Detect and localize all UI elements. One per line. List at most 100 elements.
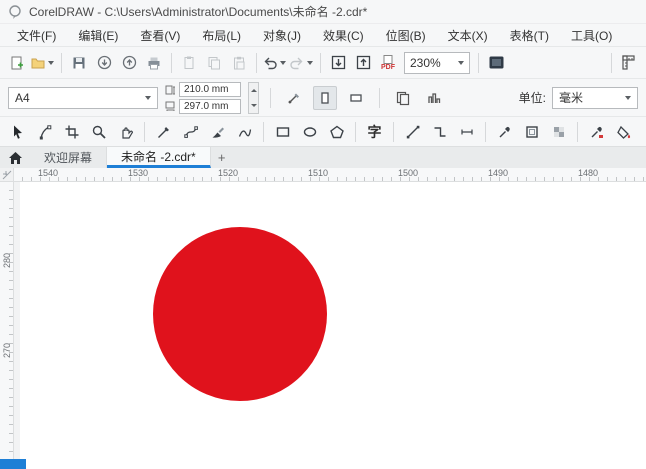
import-button[interactable] xyxy=(326,51,350,75)
page-dimensions-group: 210.0 mm 297.0 mm xyxy=(165,81,241,114)
red-circle-object[interactable] xyxy=(153,227,327,401)
page-size-combo[interactable]: A4 xyxy=(8,86,158,109)
rectangle-tool-icon[interactable] xyxy=(270,120,295,144)
new-tab-button[interactable]: + xyxy=(211,147,233,168)
cloud-save-button[interactable] xyxy=(92,51,116,75)
menu-object[interactable]: 对象(J) xyxy=(252,25,312,46)
interactive-fill-tool-icon[interactable] xyxy=(611,120,636,144)
portrait-orientation-button[interactable] xyxy=(313,85,337,110)
show-rulers-button[interactable] xyxy=(617,51,641,75)
redo-dropdown-icon[interactable] xyxy=(307,60,313,65)
zoom-tool-icon[interactable] xyxy=(86,120,111,144)
toolbox-separator xyxy=(577,121,578,142)
dimension-stepper[interactable] xyxy=(248,81,259,114)
toolbox-separator xyxy=(393,121,394,142)
ruler-h-label: 1540 xyxy=(37,168,59,178)
ruler-origin-corner[interactable] xyxy=(0,168,14,182)
text-tool-glyph: 字 xyxy=(367,123,382,140)
freehand-tool-icon[interactable] xyxy=(151,120,176,144)
publish-pdf-button[interactable]: PDF xyxy=(376,51,400,75)
menu-file[interactable]: 文件(F) xyxy=(6,25,67,46)
undo-button[interactable] xyxy=(262,51,288,75)
polygon-tool-icon[interactable] xyxy=(324,120,349,144)
color-eyedropper-tool-icon[interactable] xyxy=(584,120,609,144)
toolbox-separator xyxy=(355,121,356,142)
page-size-value: A4 xyxy=(15,90,30,105)
cut-button[interactable] xyxy=(177,51,201,75)
toolbox-separator xyxy=(485,121,486,142)
horizontal-ruler[interactable]: 1540 1530 1520 1510 1500 1490 1480 xyxy=(14,168,646,182)
toolbox-separator xyxy=(144,121,145,142)
units-combo[interactable]: 毫米 xyxy=(552,86,638,109)
print-button[interactable] xyxy=(142,51,166,75)
property-bar: A4 210.0 mm 297.0 mm 单位: 毫米 xyxy=(0,78,646,116)
page-height-icon xyxy=(165,101,175,111)
toolbar-separator xyxy=(611,52,612,73)
open-document-button[interactable] xyxy=(30,51,56,75)
menu-bitmaps[interactable]: 位图(B) xyxy=(375,25,437,46)
ruler-h-label: 1510 xyxy=(307,168,329,178)
stepper-up-icon[interactable] xyxy=(250,88,257,92)
page-navigator-tab[interactable] xyxy=(0,459,26,469)
straight-line-tool-icon[interactable] xyxy=(400,120,425,144)
copy-button[interactable] xyxy=(202,51,226,75)
page-width-input[interactable]: 210.0 mm xyxy=(179,81,241,97)
cloud-open-button[interactable] xyxy=(117,51,141,75)
zoom-dropdown-icon[interactable] xyxy=(458,60,464,65)
stepper-down-icon[interactable] xyxy=(250,103,257,107)
export-button[interactable] xyxy=(351,51,375,75)
home-tab-button[interactable] xyxy=(0,147,30,168)
undo-dropdown-icon[interactable] xyxy=(280,60,286,65)
eyedropper-tool-icon[interactable] xyxy=(492,120,517,144)
toolbar-separator xyxy=(171,52,172,73)
text-tool-icon[interactable]: 字 xyxy=(362,120,387,144)
open-dropdown-icon[interactable] xyxy=(48,60,54,65)
connector-tool-icon[interactable] xyxy=(427,120,452,144)
shape-outline-tool-icon[interactable] xyxy=(519,120,544,144)
ruler-v-label: 270 xyxy=(2,342,12,358)
tab-welcome-screen[interactable]: 欢迎屏幕 xyxy=(30,147,108,168)
tab-untitled-document[interactable]: 未命名 -2.cdr* xyxy=(107,147,211,168)
zoom-level-combo[interactable]: 230% xyxy=(404,51,470,74)
zoom-level-value: 230% xyxy=(410,55,441,70)
pan-tool-icon[interactable] xyxy=(113,120,138,144)
drawing-canvas[interactable]: 280 270 xyxy=(0,182,646,469)
menu-text[interactable]: 文本(X) xyxy=(437,25,499,46)
crop-tool-icon[interactable] xyxy=(59,120,84,144)
new-document-button[interactable] xyxy=(5,51,29,75)
smart-drawing-tool-icon[interactable] xyxy=(232,120,257,144)
fullscreen-preview-button[interactable] xyxy=(484,51,508,75)
menu-edit[interactable]: 编辑(E) xyxy=(67,25,129,46)
transparency-tool-icon[interactable] xyxy=(546,120,571,144)
units-group: 单位: 毫米 xyxy=(519,86,638,109)
bezier-tool-icon[interactable] xyxy=(178,120,203,144)
toolbar-separator xyxy=(320,52,321,73)
vertical-ruler[interactable]: 280 270 xyxy=(0,182,14,469)
all-pages-button[interactable] xyxy=(391,86,415,110)
artistic-media-tool-icon[interactable] xyxy=(205,120,230,144)
units-dropdown-icon[interactable] xyxy=(625,95,631,100)
save-button[interactable] xyxy=(67,51,91,75)
current-page-button[interactable] xyxy=(422,86,446,110)
standard-toolbar: PDF 230% xyxy=(0,46,646,78)
redo-button[interactable] xyxy=(289,51,315,75)
landscape-orientation-button[interactable] xyxy=(344,86,368,110)
menu-layout[interactable]: 布局(L) xyxy=(191,25,252,46)
title-bar: CorelDRAW - C:\Users\Administrator\Docum… xyxy=(0,0,646,24)
menu-effects[interactable]: 效果(C) xyxy=(312,25,375,46)
shape-tool-icon[interactable] xyxy=(32,120,57,144)
page-height-input[interactable]: 297.0 mm xyxy=(179,98,241,114)
pick-tool-icon[interactable] xyxy=(5,120,30,144)
units-value: 毫米 xyxy=(559,91,584,105)
menu-tools[interactable]: 工具(O) xyxy=(560,25,623,46)
page-width-icon xyxy=(165,85,175,94)
ellipse-tool-icon[interactable] xyxy=(297,120,322,144)
menu-view[interactable]: 查看(V) xyxy=(129,25,191,46)
page-size-dropdown-icon[interactable] xyxy=(145,95,151,100)
dimension-tool-icon[interactable] xyxy=(454,120,479,144)
paste-button[interactable] xyxy=(227,51,251,75)
autofit-page-button[interactable] xyxy=(282,86,306,110)
app-logo-icon xyxy=(8,4,22,19)
ruler-v-label: 280 xyxy=(2,252,12,268)
menu-table[interactable]: 表格(T) xyxy=(499,25,560,46)
